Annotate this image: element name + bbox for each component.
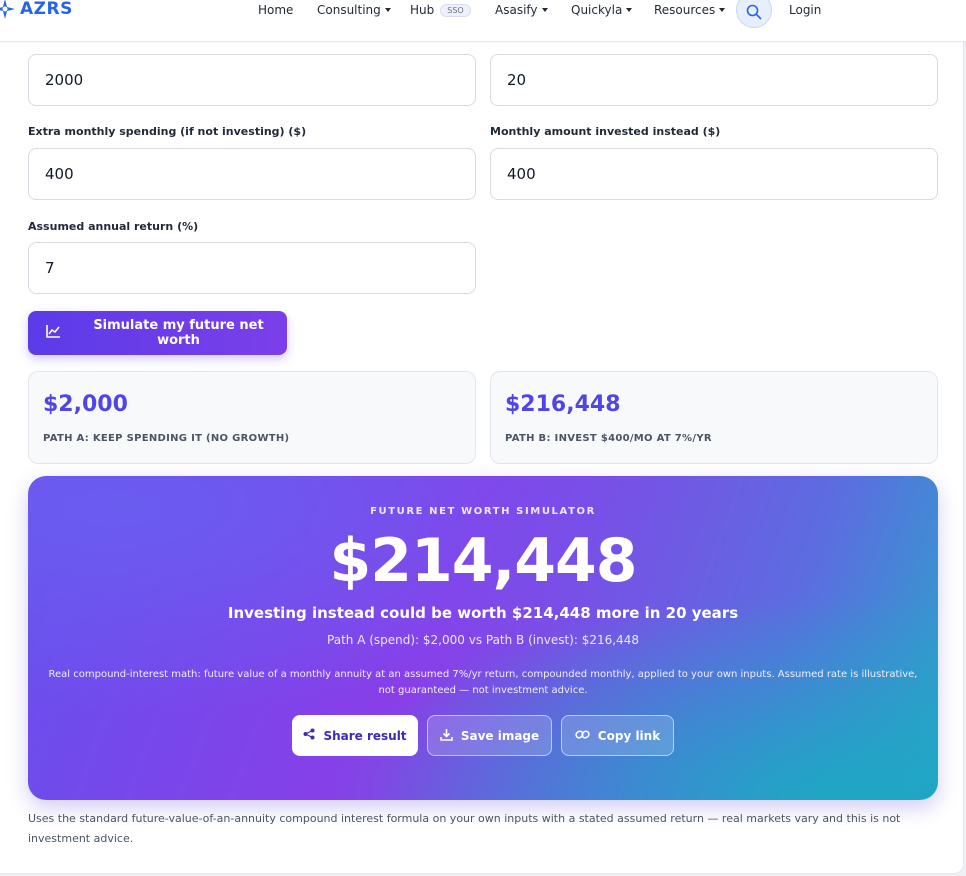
- result-amount: $214,448: [329, 526, 637, 596]
- brand-logo[interactable]: AZRS: [0, 0, 73, 24]
- link-icon: [575, 728, 598, 744]
- chart-line-icon: [46, 324, 70, 342]
- monthly-invested-label: Monthly amount invested instead ($): [490, 125, 721, 138]
- simulator-card: Extra monthly spending (if not investing…: [0, 42, 964, 874]
- path-b-label: PATH B: INVEST $400/MO AT 7%/YR: [505, 433, 712, 444]
- chevron-down-icon: [541, 8, 548, 12]
- save-image-label: Save image: [460, 728, 540, 743]
- monthly-invested-input[interactable]: [490, 148, 938, 200]
- result-comparison: Path A (spend): $2,000 vs Path B (invest…: [327, 633, 639, 647]
- path-b-card: $216,448 PATH B: INVEST $400/MO AT 7%/YR: [490, 371, 938, 464]
- nav-home-label: Home: [258, 3, 294, 17]
- nav-consulting-label: Consulting: [317, 3, 381, 17]
- sso-badge: SSO: [440, 3, 471, 17]
- nav-home[interactable]: Home: [258, 3, 293, 17]
- search-button[interactable]: [736, 0, 772, 28]
- share-icon: [303, 728, 323, 743]
- save-image-button[interactable]: Save image: [427, 715, 552, 756]
- simulate-button-label: Simulate my future net worth: [93, 318, 264, 348]
- nav-hub-label: Hub: [410, 3, 435, 17]
- logo-star-icon: [0, 0, 16, 20]
- search-icon: [746, 4, 762, 24]
- nav-resources[interactable]: Resources: [654, 3, 726, 17]
- nav-quickyla[interactable]: Quickyla: [571, 3, 633, 17]
- login-link[interactable]: Login: [789, 3, 821, 17]
- annual-return-label: Assumed annual return (%): [28, 220, 199, 233]
- nav-asasify[interactable]: Asasify: [495, 3, 548, 17]
- chevron-down-icon: [384, 8, 391, 12]
- current-amount-input[interactable]: [28, 54, 476, 106]
- extra-spending-label: Extra monthly spending (if not investing…: [28, 125, 307, 138]
- extra-spending-input[interactable]: [28, 148, 476, 200]
- share-result-button[interactable]: Share result: [292, 715, 418, 756]
- nav-asasify-label: Asasify: [495, 3, 538, 17]
- chevron-down-icon: [719, 8, 726, 12]
- path-a-label: PATH A: KEEP SPENDING IT (NO GROWTH): [43, 433, 290, 444]
- copy-link-label: Copy link: [597, 728, 661, 743]
- simulate-button[interactable]: Simulate my future net worth: [28, 311, 287, 355]
- result-panel: FUTURE NET WORTH SIMULATOR $214,448 Inve…: [28, 476, 938, 800]
- nav-consulting[interactable]: Consulting: [317, 3, 391, 17]
- path-a-card: $2,000 PATH A: KEEP SPENDING IT (NO GROW…: [28, 371, 476, 464]
- result-kicker: FUTURE NET WORTH SIMULATOR: [370, 506, 596, 517]
- nav-quickyla-label: Quickyla: [571, 3, 623, 17]
- brand-name: AZRS: [20, 0, 73, 19]
- result-headline: Investing instead could be worth $214,44…: [227, 604, 739, 622]
- download-icon: [440, 728, 461, 744]
- result-note: Real compound-interest math: future valu…: [48, 669, 918, 696]
- path-b-value: $216,448: [505, 392, 621, 417]
- nav-hub[interactable]: Hub SSO: [410, 3, 471, 17]
- top-navigation-bar: AZRS Home Consulting Hub SSO Asasify Qui…: [0, 0, 966, 42]
- login-label: Login: [789, 3, 822, 17]
- years-input[interactable]: [490, 54, 938, 106]
- path-a-value: $2,000: [43, 392, 128, 417]
- nav-resources-label: Resources: [654, 3, 716, 17]
- chevron-down-icon: [626, 8, 633, 12]
- share-result-label: Share result: [323, 728, 407, 743]
- disclaimer-text: Uses the standard future-value-of-an-ann…: [28, 812, 901, 845]
- annual-return-input[interactable]: [28, 242, 476, 294]
- copy-link-button[interactable]: Copy link: [561, 715, 674, 756]
